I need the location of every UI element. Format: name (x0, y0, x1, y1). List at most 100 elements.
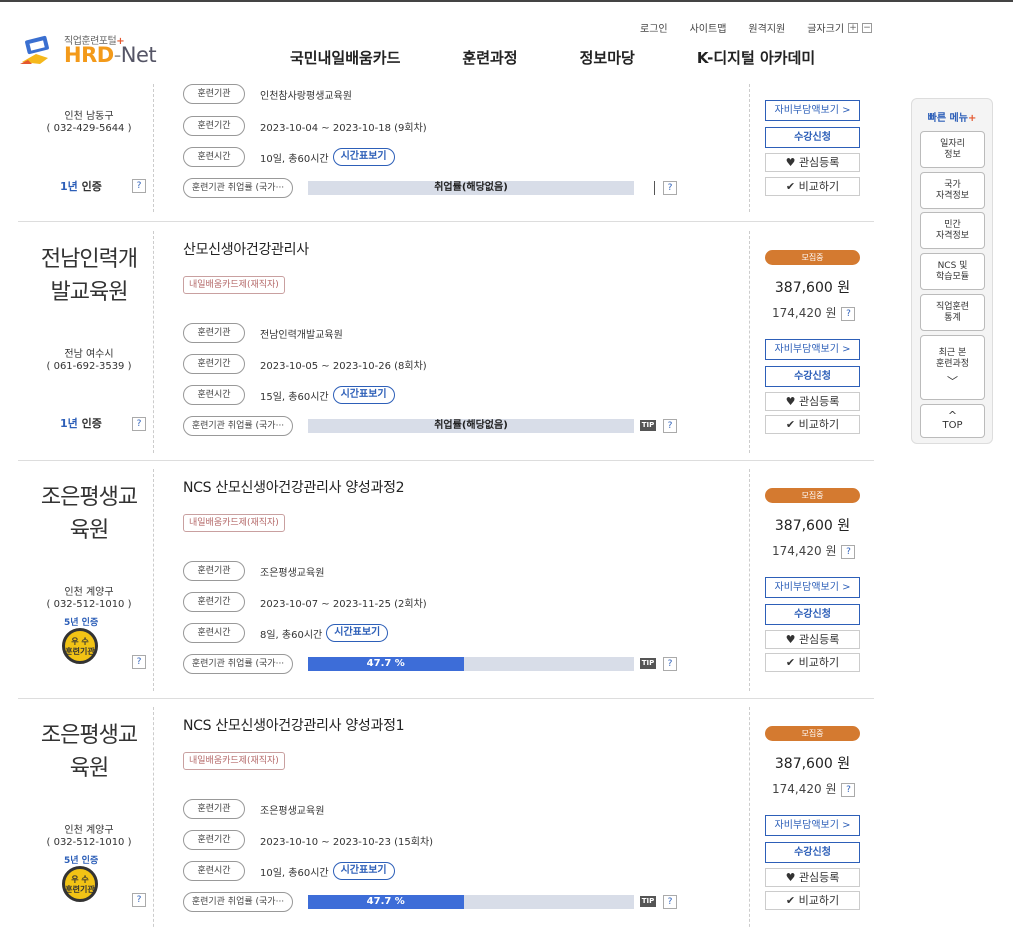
price-help-button[interactable]: ? (841, 306, 856, 321)
course-type-badge: 내일배움카드제(재직자) (183, 514, 285, 532)
apply-button[interactable]: 수강신청 (765, 842, 860, 863)
compare-button[interactable]: ✔ 비교하기 (765, 415, 860, 434)
arrow-up-icon: ^ (947, 408, 958, 422)
apply-button[interactable]: 수강신청 (765, 127, 860, 148)
check-icon: ✔ (785, 656, 796, 669)
login-link[interactable]: 로그인 (640, 20, 668, 35)
tip-badge[interactable]: TIP (640, 420, 656, 431)
quick-menu: 빠른 메뉴+ 일자리 정보 국가 자격정보 민간 자격정보 NCS 및 학습모듈… (911, 98, 993, 444)
remote-support-link[interactable]: 원격지원 (748, 20, 785, 35)
emp-help-button[interactable]: ? (663, 895, 677, 909)
institution-name[interactable]: 전남인력개 발교육원 (18, 243, 160, 309)
course-item: 전남인력개 발교육원 전남 여수시( 061-692-3539 ) 1년 인증 ?… (18, 223, 874, 461)
compare-button[interactable]: ✔ 비교하기 (765, 177, 860, 196)
tip-badge[interactable]: TIP (640, 896, 656, 907)
compare-button[interactable]: ✔ 비교하기 (765, 653, 860, 672)
emp-help-button[interactable]: ? (663, 181, 677, 195)
interest-button[interactable]: ♥ 관심등록 (765, 630, 860, 649)
apply-button[interactable]: 수강신청 (765, 604, 860, 625)
tip-badge[interactable]: TIP (640, 658, 656, 669)
font-size-control: 글자크기 + − (807, 22, 873, 35)
time-row: 훈련시간 8일, 총60시간 시간표보기 (183, 623, 389, 643)
course-price: 387,600 원 (774, 756, 851, 772)
cert-help-button[interactable]: ? (132, 893, 146, 907)
interest-button[interactable]: ♥ 관심등록 (765, 392, 860, 411)
font-increase-button[interactable]: + (848, 22, 859, 33)
interest-button[interactable]: ♥ 관심등록 (765, 153, 860, 172)
price-help-button[interactable]: ? (841, 544, 856, 559)
institution-location: 인천 계양구( 032-512-1010 ) (46, 587, 132, 610)
emp-row: 훈련기관 취업률 (국가··· (183, 178, 293, 198)
hrd-net-logo[interactable]: 직업훈련포털+ HRD-Net (18, 30, 168, 70)
cert-5yr-label: 5년 인증 (64, 856, 99, 866)
emp-help-button[interactable]: ? (663, 657, 677, 671)
compare-button[interactable]: ✔ 비교하기 (765, 891, 860, 910)
cert-label: 1년 인증 (60, 180, 102, 193)
self-pay-button[interactable]: 자비부담액보기 > (765, 577, 860, 598)
self-pay-button[interactable]: 자비부담액보기 > (765, 339, 860, 360)
divider (749, 469, 750, 691)
nav-item-courses[interactable]: 훈련과정 (462, 47, 517, 68)
check-icon: ✔ (785, 180, 796, 193)
org-row: 훈련기관 전남인력개발교육원 (183, 323, 343, 343)
heart-icon: ♥ (785, 871, 796, 884)
divider (749, 84, 750, 212)
self-pay-button[interactable]: 자비부담액보기 > (765, 815, 860, 836)
top-border (0, 0, 1013, 2)
font-decrease-button[interactable]: − (862, 22, 873, 33)
timetable-button[interactable]: 시간표보기 (332, 386, 395, 404)
institution-location: 전남 여수시( 061-692-3539 ) (46, 349, 132, 372)
employment-rate-bar: 47.7 % (308, 895, 634, 909)
course-title[interactable]: NCS 산모신생아건강관리사 양성과정2 (183, 477, 405, 497)
quick-item-jobs[interactable]: 일자리 정보 (920, 131, 985, 168)
scroll-top-button[interactable]: ^ TOP (920, 404, 985, 438)
quick-item-stats[interactable]: 직업훈련 통계 (920, 294, 985, 331)
course-item: 인천 남동구( 032-429-5644 ) 1년 인증 ? 훈련기관 인천참사랑… (18, 80, 874, 222)
course-price: 387,600 원 (774, 518, 851, 534)
course-type-badge: 내일배움카드제(재직자) (183, 276, 285, 294)
institution-name[interactable]: 조은평생교 육원 (18, 719, 160, 785)
price-help-button[interactable]: ? (841, 782, 856, 797)
institution-location: 인천 남동구( 032-429-5644 ) (46, 111, 132, 134)
emp-row: 훈련기관 취업률 (국가··· (183, 416, 293, 436)
institution-location: 인천 계양구( 032-512-1010 ) (46, 825, 132, 848)
org-row: 훈련기관 조은평생교육원 (183, 799, 324, 819)
interest-button[interactable]: ♥ 관심등록 (765, 868, 860, 887)
nav-item-k-digital[interactable]: K-디지털 아카데미 (697, 47, 815, 68)
quick-item-ncs[interactable]: NCS 및 학습모듈 (920, 253, 985, 290)
nav-item-card[interactable]: 국민내일배움카드 (290, 47, 400, 68)
quick-item-private-cert[interactable]: 민간 자격정보 (920, 212, 985, 249)
nav-item-info[interactable]: 정보마당 (580, 47, 635, 68)
apply-button[interactable]: 수강신청 (765, 366, 860, 387)
course-title[interactable]: 산모신생아건강관리사 (183, 239, 309, 259)
heart-icon: ♥ (785, 395, 796, 408)
time-row: 훈련시간 10일, 총60시간 시간표보기 (183, 147, 395, 167)
period-row: 훈련기간 2023-10-07 ~ 2023-11-25 (2회차) (183, 592, 427, 612)
self-pay-price: 174,420 원? (772, 542, 856, 559)
emp-row: 훈련기관 취업률 (국가··· (183, 654, 293, 674)
cert-label: 1년 인증 (60, 417, 102, 430)
sitemap-link[interactable]: 사이트맵 (690, 20, 727, 35)
heart-icon: ♥ (785, 156, 796, 169)
cert-help-button[interactable]: ? (132, 179, 146, 193)
heart-icon: ♥ (785, 633, 796, 646)
logo-mark-icon (20, 35, 49, 64)
institution-name[interactable]: 조은평생교 육원 (18, 481, 160, 547)
self-pay-button[interactable]: 자비부담액보기 > (765, 100, 860, 121)
cert-help-button[interactable]: ? (132, 417, 146, 431)
tip-marker (654, 181, 655, 195)
self-pay-price: 174,420 원? (772, 780, 856, 797)
course-title[interactable]: NCS 산모신생아건강관리사 양성과정1 (183, 715, 405, 735)
quick-item-recent[interactable]: 최근 본 훈련과정 ﹀ (920, 335, 985, 400)
period-row: 훈련기간 2023-10-05 ~ 2023-10-26 (8회차) (183, 354, 427, 374)
course-type-badge: 내일배움카드제(재직자) (183, 752, 285, 770)
emp-help-button[interactable]: ? (663, 419, 677, 433)
quick-item-national-cert[interactable]: 국가 자격정보 (920, 172, 985, 209)
emp-row: 훈련기관 취업률 (국가··· (183, 892, 293, 912)
timetable-button[interactable]: 시간표보기 (332, 148, 395, 166)
employment-rate-bar: 취업률(해당없음) (308, 419, 634, 433)
timetable-button[interactable]: 시간표보기 (332, 862, 395, 880)
timetable-button[interactable]: 시간표보기 (326, 624, 389, 642)
check-icon: ✔ (785, 418, 796, 431)
cert-help-button[interactable]: ? (132, 655, 146, 669)
